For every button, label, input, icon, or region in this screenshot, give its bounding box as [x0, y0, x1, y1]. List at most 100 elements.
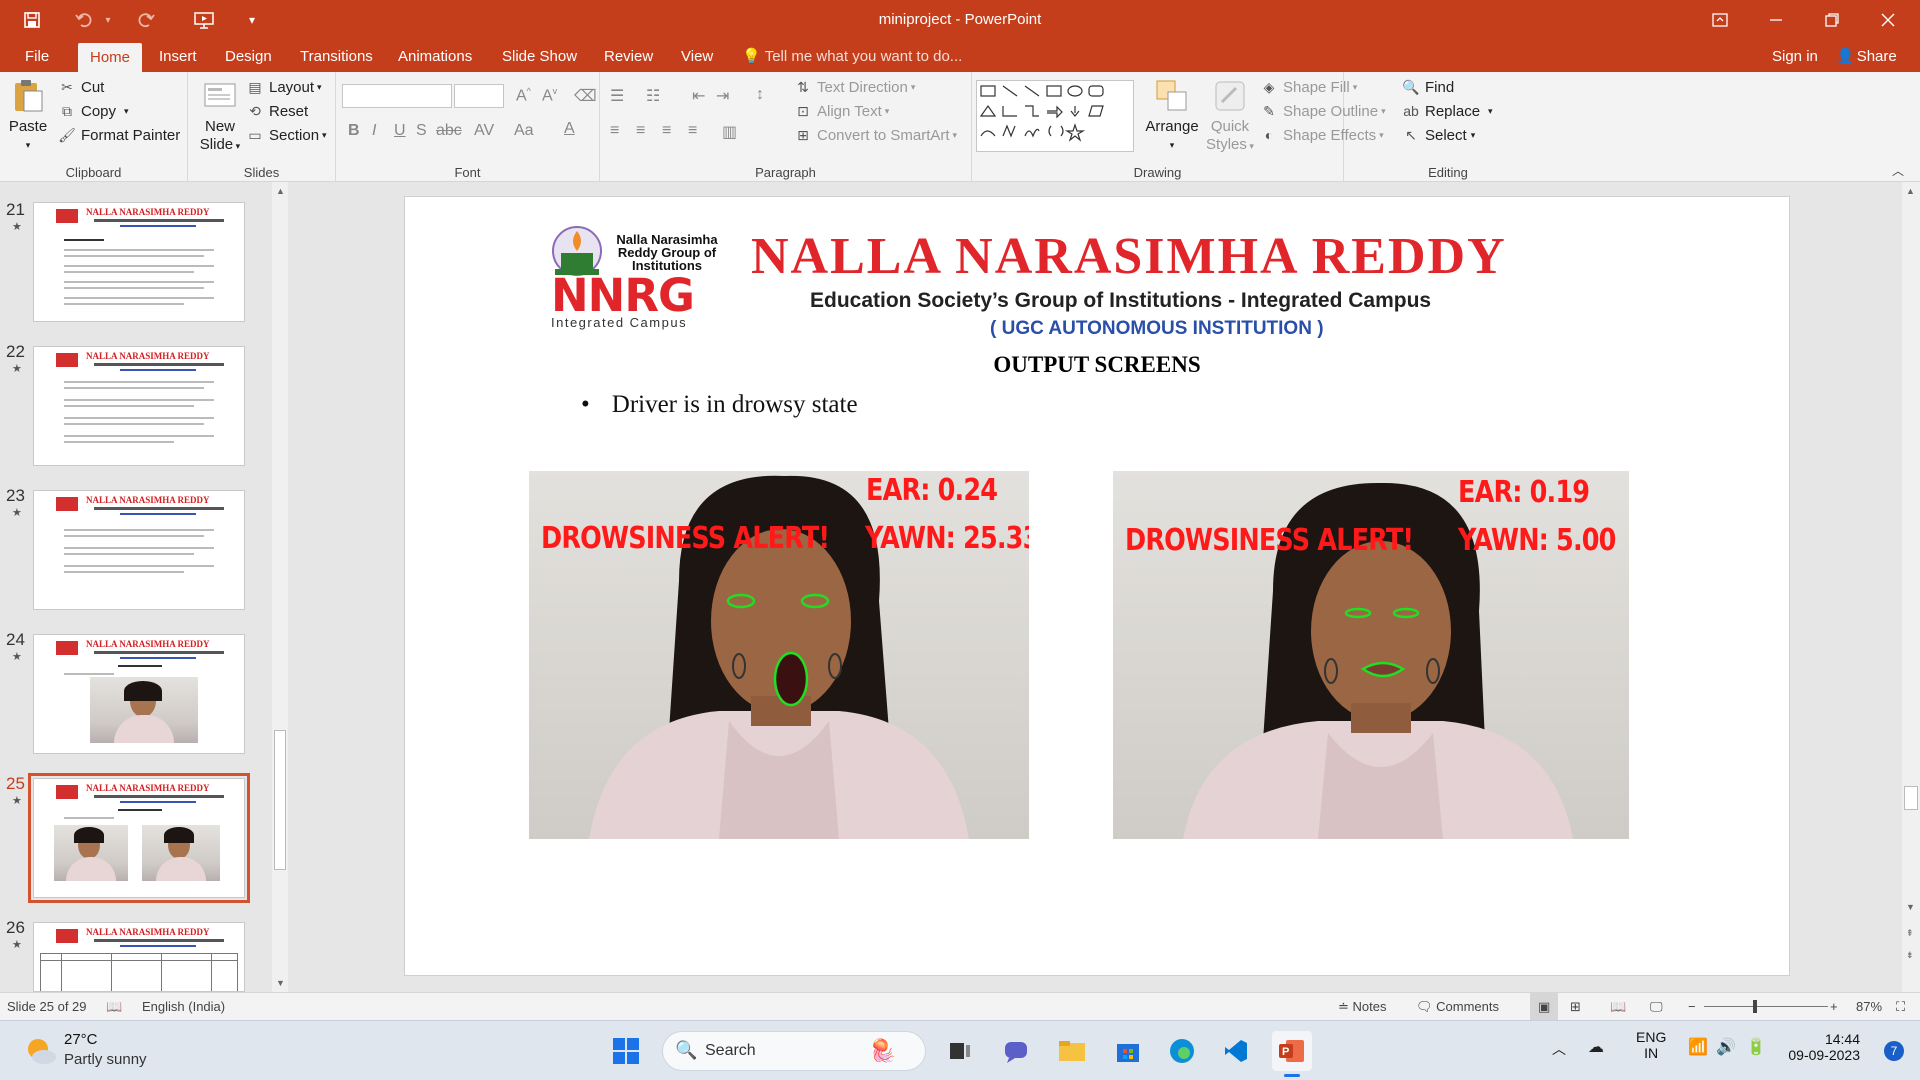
normal-view-icon[interactable]: ▣ [1530, 993, 1559, 1021]
char-spacing-icon[interactable]: AV [474, 122, 494, 140]
bold-icon[interactable]: B [348, 122, 360, 140]
weather-desc[interactable]: Partly sunny [64, 1051, 147, 1068]
increase-font-icon[interactable]: A^ [516, 86, 531, 105]
output-screenshot-1[interactable]: DROWSINESS ALERT! EAR: 0.24 YAWN: 25.33 [529, 471, 1029, 839]
start-icon[interactable] [606, 1031, 646, 1071]
cut-button[interactable]: ✂ Cut [58, 78, 104, 96]
shape-outline-button[interactable]: ✎ Shape Outline ▾ [1260, 102, 1385, 120]
line-spacing-icon[interactable]: ↕ [756, 86, 764, 104]
slide-thumbnail[interactable]: NALLA NARASIMHA REDDY [33, 922, 245, 992]
font-color-icon[interactable]: A [564, 120, 575, 138]
slideshow-view-icon[interactable]: 🖵 [1650, 993, 1663, 1021]
copy-button[interactable]: ⧉ Copy ▾ [58, 102, 129, 120]
clock[interactable]: 14:44 09-09-2023 [1786, 1031, 1860, 1063]
clear-formatting-icon[interactable]: ⌫ [574, 86, 597, 106]
onedrive-sync-icon[interactable]: ☁ [1588, 1037, 1604, 1057]
next-slide-icon[interactable]: ⇟ [1906, 950, 1914, 961]
reading-view-icon[interactable]: 📖 [1610, 993, 1626, 1021]
editor-scroll-thumb[interactable] [1904, 786, 1918, 810]
language-indicator[interactable]: English (India) [142, 993, 225, 1021]
align-text-button[interactable]: ⊡ Align Text ▾ [794, 102, 889, 120]
find-button[interactable]: 🔍 Find [1402, 78, 1454, 96]
powerpoint-icon[interactable]: P [1272, 1031, 1312, 1077]
ribbon-display-options-icon[interactable] [1692, 0, 1748, 40]
new-slide-button[interactable]: New Slide ▾ [198, 78, 242, 155]
weather-temp[interactable]: 27°C [64, 1031, 98, 1048]
scroll-down-icon[interactable]: ▼ [276, 978, 285, 988]
increase-indent-icon[interactable]: ⇥ [716, 86, 729, 106]
slide-sorter-icon[interactable]: ⊞ [1570, 993, 1581, 1021]
teams-chat-icon[interactable] [996, 1031, 1036, 1071]
shape-effects-button[interactable]: ◐ Shape Effects ▾ [1260, 126, 1384, 144]
slide-thumbnail[interactable]: NALLA NARASIMHA REDDY [33, 346, 245, 466]
slide-thumbnail-active[interactable]: NALLA NARASIMHA REDDY [28, 773, 250, 903]
tab-transitions[interactable]: Transitions [290, 40, 383, 72]
section-button[interactable]: ▭ Section ▾ [246, 126, 326, 144]
format-painter-button[interactable]: 🖌 Format Painter [58, 126, 180, 144]
decrease-indent-icon[interactable]: ⇤ [692, 86, 705, 106]
font-size-combo[interactable] [454, 84, 504, 108]
language-indicator-taskbar[interactable]: ENG IN [1636, 1029, 1666, 1061]
edge-icon[interactable] [1162, 1031, 1202, 1071]
fit-to-window-icon[interactable]: ⛶ [1896, 993, 1905, 1021]
scroll-up-icon[interactable]: ▲ [1906, 186, 1915, 196]
arrange-button[interactable]: Arrange ▾ [1144, 78, 1200, 154]
store-icon[interactable] [1108, 1031, 1148, 1071]
comments-button[interactable]: 🗨 Comments [1416, 993, 1499, 1021]
share-button[interactable]: 👤 Share [1836, 40, 1897, 74]
volume-icon[interactable]: 🔊 [1716, 1037, 1736, 1057]
file-explorer-icon[interactable] [1052, 1031, 1092, 1071]
task-view-icon[interactable] [940, 1031, 980, 1071]
slide-thumbnail[interactable]: NALLA NARASIMHA REDDY [33, 202, 245, 322]
tab-animations[interactable]: Animations [388, 40, 482, 72]
sign-in-link[interactable]: Sign in [1772, 40, 1818, 74]
tab-insert[interactable]: Insert [149, 40, 207, 72]
close-icon[interactable] [1860, 0, 1916, 40]
align-center-icon[interactable]: ≡ [636, 122, 645, 140]
align-right-icon[interactable]: ≡ [662, 122, 671, 140]
taskbar-search[interactable]: 🔍 Search 🪼 [662, 1031, 926, 1071]
justify-icon[interactable]: ≡ [688, 122, 697, 140]
shapes-gallery[interactable] [976, 80, 1134, 152]
wifi-icon[interactable]: 📶 [1688, 1037, 1708, 1057]
minimize-icon[interactable] [1748, 0, 1804, 40]
convert-smartart-button[interactable]: ⊞ Convert to SmartArt ▾ [794, 126, 957, 144]
align-left-icon[interactable]: ≡ [610, 122, 619, 140]
editor-scrollbar[interactable]: ▲ ▼ ⇞ ⇟ [1902, 182, 1920, 992]
tab-slide-show[interactable]: Slide Show [492, 40, 587, 72]
spelling-icon[interactable]: 📖 [106, 993, 122, 1021]
scroll-up-icon[interactable]: ▲ [276, 186, 285, 196]
shadow-icon[interactable]: S [416, 122, 427, 140]
decrease-font-icon[interactable]: Av [542, 86, 557, 105]
notes-button[interactable]: ≐ Notes [1338, 993, 1386, 1021]
zoom-slider[interactable] [1704, 1000, 1828, 1013]
zoom-out-icon[interactable]: − [1688, 993, 1696, 1021]
italic-icon[interactable]: I [372, 122, 376, 140]
scroll-down-icon[interactable]: ▼ [1906, 902, 1915, 912]
tab-review[interactable]: Review [594, 40, 663, 72]
vscode-icon[interactable] [1216, 1031, 1256, 1071]
tell-me-box[interactable]: 💡 Tell me what you want to do... [742, 40, 962, 72]
tab-home[interactable]: Home [78, 43, 143, 72]
tab-design[interactable]: Design [215, 40, 282, 72]
zoom-in-icon[interactable]: + [1830, 993, 1838, 1021]
numbering-icon[interactable]: ☷ [646, 86, 660, 106]
battery-icon[interactable]: 🔋 [1746, 1037, 1766, 1057]
reset-button[interactable]: ⟲ Reset [246, 102, 308, 120]
font-name-combo[interactable] [342, 84, 452, 108]
slide-thumbnail[interactable]: NALLA NARASIMHA REDDY [33, 490, 245, 610]
underline-icon[interactable]: U [394, 122, 406, 140]
zoom-level[interactable]: 87% [1856, 993, 1882, 1021]
tab-view[interactable]: View [671, 40, 723, 72]
weather-icon[interactable] [22, 1033, 58, 1069]
restore-icon[interactable] [1804, 0, 1860, 40]
tab-file[interactable]: File [15, 40, 59, 72]
collapse-ribbon-icon[interactable]: ︿ [1892, 162, 1904, 179]
quick-styles-button[interactable]: Quick Styles ▾ [1202, 78, 1258, 155]
notification-badge[interactable]: 7 [1884, 1041, 1904, 1061]
select-button[interactable]: ↖ Select ▾ [1402, 126, 1475, 144]
thumbnail-scroll-thumb[interactable] [274, 730, 286, 870]
zoom-slider-thumb[interactable] [1753, 1000, 1757, 1013]
paste-button[interactable]: Paste ▾ [6, 78, 50, 154]
show-hidden-icons[interactable]: ︿ [1552, 1039, 1566, 1059]
